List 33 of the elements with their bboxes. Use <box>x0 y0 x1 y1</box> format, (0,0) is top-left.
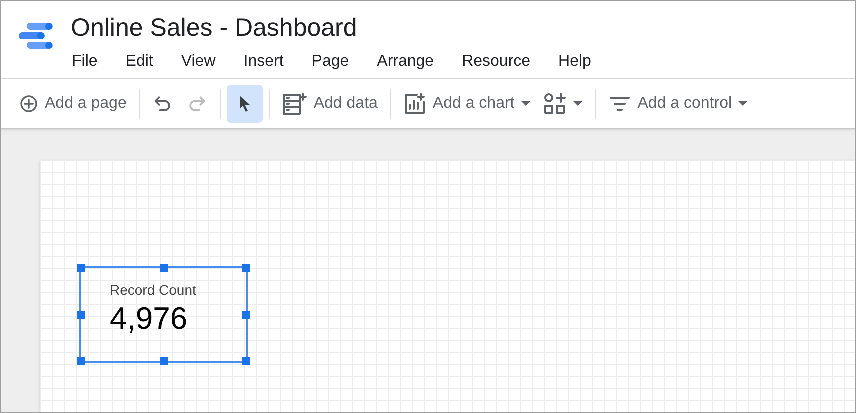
caret-icon <box>520 100 531 106</box>
menu-item[interactable]: Insert <box>242 50 285 74</box>
menu-item[interactable]: Edit <box>124 50 154 74</box>
scorecard[interactable]: Record Count 4,976 <box>79 266 248 363</box>
logo-icon <box>17 21 55 51</box>
menu-item[interactable]: Resource <box>461 50 532 74</box>
caret-icon <box>572 100 583 106</box>
select-button[interactable] <box>226 84 263 122</box>
menu-item[interactable]: Arrange <box>376 50 436 74</box>
menu-item[interactable]: Help <box>558 50 592 74</box>
resize-handle[interactable] <box>242 357 250 365</box>
add-control-button[interactable]: Add a control <box>602 84 754 122</box>
resize-handle[interactable] <box>77 310 85 318</box>
resize-handle[interactable] <box>242 264 250 272</box>
metric-label: Record Count <box>110 281 198 300</box>
resize-handle[interactable] <box>242 310 250 318</box>
caret-icon <box>738 100 748 106</box>
add-circle-icon <box>19 94 39 114</box>
add-data-button[interactable]: Add data <box>276 84 384 122</box>
resize-handle[interactable] <box>160 357 168 365</box>
menu-item[interactable]: Page <box>310 50 350 74</box>
shapes-icon <box>542 92 567 116</box>
window-title: Online Sales - Dashboard <box>71 13 358 43</box>
resize-handle[interactable] <box>160 264 168 272</box>
add-chart-icon <box>402 92 427 116</box>
menu-item[interactable]: View <box>180 50 217 74</box>
add-page-button[interactable]: Add a page <box>13 84 133 122</box>
add-data-icon <box>282 90 308 116</box>
resize-handle[interactable] <box>77 264 85 272</box>
menu-item[interactable]: File <box>71 50 99 74</box>
metric-value: 4,976 <box>110 301 189 337</box>
resize-handle[interactable] <box>77 357 85 365</box>
add-chart-button[interactable]: Add a chart <box>396 84 537 122</box>
